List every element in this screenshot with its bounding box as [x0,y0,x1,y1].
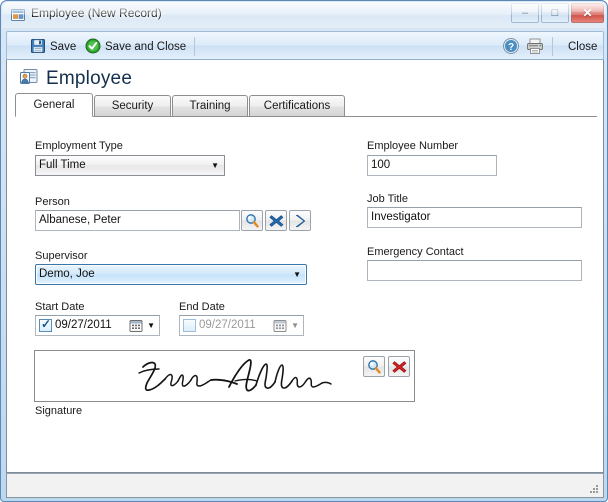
search-icon [368,360,381,374]
save-and-close-button[interactable]: Save and Close [79,35,192,59]
tab-training-label: Training [189,100,231,112]
maximize-button[interactable]: □ [541,3,569,23]
checkmark-icon: ✓ [41,317,52,331]
person-label: Person [35,196,70,208]
calendar-icon[interactable] [273,319,287,333]
signature-view-button[interactable] [363,356,385,377]
employment-type-value: Full Time [39,159,86,171]
supervisor-label: Supervisor [35,250,88,262]
form-window-icon [10,7,26,23]
close-window-button[interactable]: ✕ [571,3,604,23]
tab-security[interactable]: Security [94,95,171,117]
help-question-icon: ? [503,38,519,54]
page-header: Employee [19,67,132,90]
emergency-contact-input[interactable] [367,260,582,281]
start-date-value: 09/27/2011 [55,319,112,331]
signature-panel[interactable] [34,350,415,402]
person-input[interactable]: Albanese, Peter [35,210,240,231]
person-value: Albanese, Peter [39,214,121,226]
signature-image [125,353,335,404]
green-check-circle-icon [85,38,101,57]
tab-general-label: General [33,99,75,111]
job-title-input[interactable]: Investigator [367,207,582,228]
minimize-icon: – [521,7,529,19]
maximize-icon: □ [551,7,559,19]
tab-security-label: Security [111,100,154,112]
tab-certifications-label: Certifications [263,100,331,112]
supervisor-combobox[interactable]: Demo, Joe ▼ [35,264,307,285]
employee-number-label: Employee Number [367,140,459,152]
start-date-label: Start Date [35,301,85,313]
tab-certifications[interactable]: Certifications [249,95,345,117]
employment-type-combobox[interactable]: Full Time ▼ [35,155,225,176]
chevron-down-icon[interactable]: ▼ [291,316,299,336]
start-date-checkbox[interactable]: ✓ [39,317,52,332]
form-toolbar: Save Save and Close ? Close [6,31,604,60]
calendar-icon[interactable] [129,319,143,333]
page-title: Employee [46,67,133,89]
toolbar-separator [194,37,195,56]
help-button[interactable]: ? [502,37,520,58]
window-titlebar[interactable]: Employee (New Record) – □ ✕ [1,1,608,29]
delete-red-x-icon [392,361,407,373]
print-button[interactable] [525,37,545,58]
end-date-picker[interactable]: 09/27/2011 ▼ [179,315,304,336]
minimize-button[interactable]: – [511,3,539,23]
start-date-picker[interactable]: ✓ 09/27/2011 ▼ [35,315,160,336]
signature-delete-button[interactable] [388,356,410,377]
job-title-label: Job Title [367,193,408,205]
person-search-button[interactable] [241,210,263,231]
save-button[interactable]: Save [24,35,82,59]
employee-number-input[interactable]: 100 [367,155,497,176]
resize-grip-icon[interactable] [588,483,600,495]
employment-type-label: Employment Type [35,140,123,152]
window-title: Employee (New Record) [31,6,162,20]
save-and-close-label: Save and Close [105,41,187,53]
floppy-disk-icon [30,38,46,57]
close-form-button[interactable]: Close [562,35,603,59]
contact-card-icon [19,67,39,90]
emergency-contact-label: Emergency Contact [367,246,464,258]
job-title-value: Investigator [371,211,431,223]
toolbar-separator-2 [552,37,553,56]
person-open-button[interactable] [289,210,311,231]
tab-strip: General Security Training Certifications [15,93,597,117]
svg-text:?: ? [508,42,514,53]
end-date-checkbox[interactable] [183,319,196,332]
close-form-label: Close [568,41,598,53]
end-date-value: 09/27/2011 [199,319,256,331]
tab-training[interactable]: Training [172,95,248,117]
person-clear-button[interactable] [265,210,287,231]
supervisor-value: Demo, Joe [39,268,95,280]
status-bar [6,473,604,498]
clear-x-icon [269,215,284,227]
close-icon: ✕ [582,6,593,20]
search-icon [246,214,259,228]
employee-number-value: 100 [371,159,391,171]
chevron-down-icon[interactable]: ▼ [147,316,155,336]
chevron-down-icon: ▼ [211,161,219,170]
form-client-area: Employee General Security Training Certi… [6,60,604,473]
end-date-label: End Date [179,301,225,313]
signature-label: Signature [35,405,83,417]
employee-window: Employee (New Record) – □ ✕ Save Save an… [0,0,608,502]
save-label: Save [50,41,77,53]
chevron-down-icon: ▼ [293,270,301,279]
go-chevron-icon [295,214,306,228]
printer-icon [527,38,543,54]
tab-baseline [15,116,597,117]
tab-general[interactable]: General [15,93,93,117]
